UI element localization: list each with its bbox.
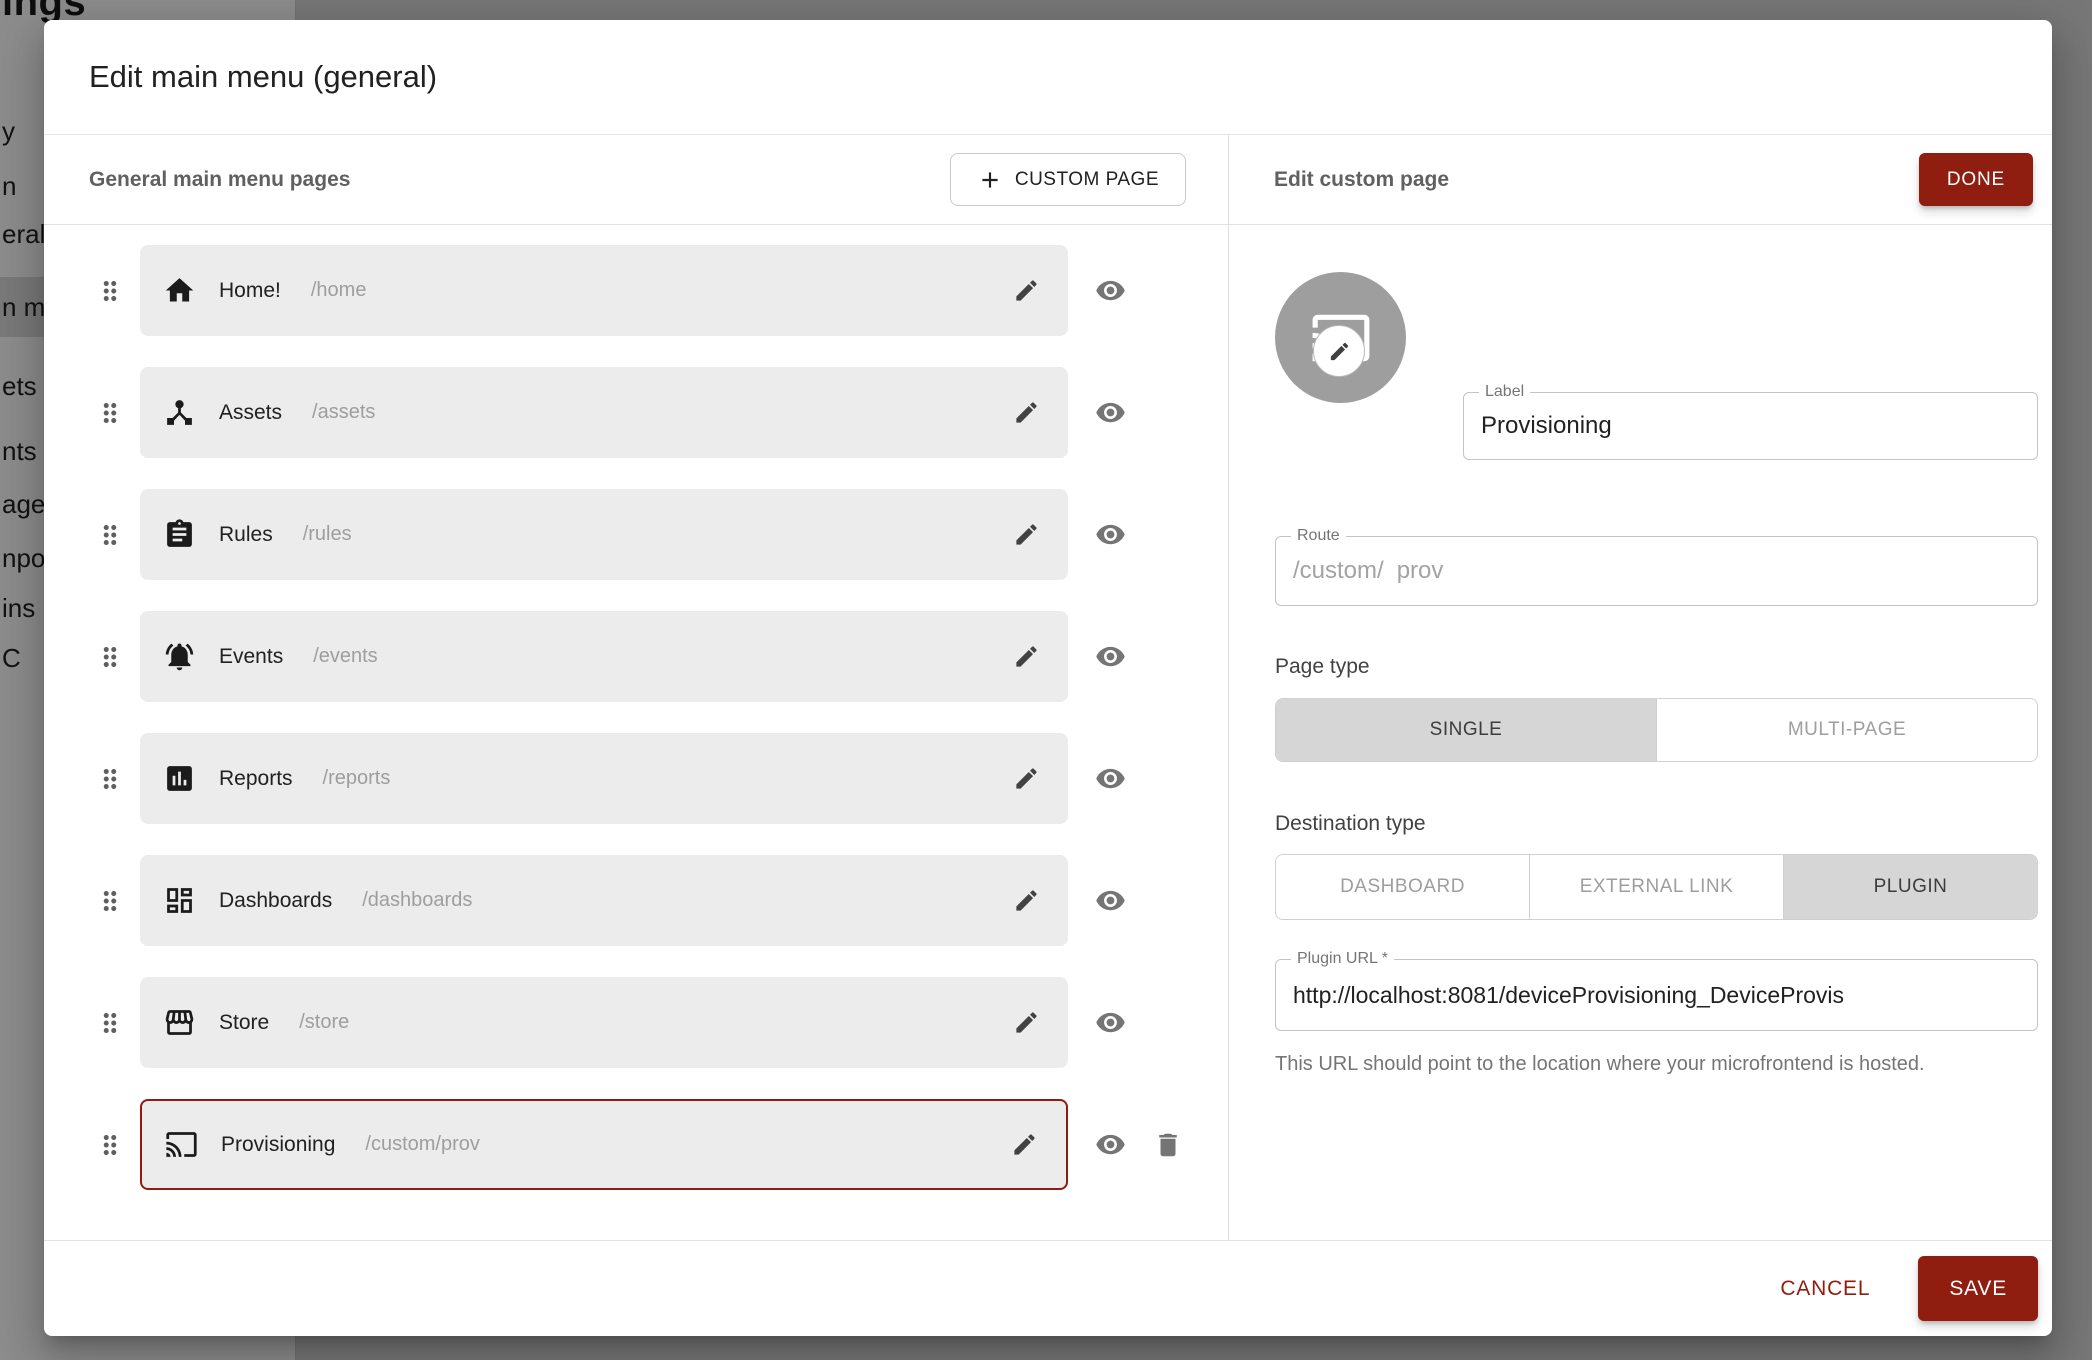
plus-icon (977, 167, 1003, 193)
dialog-title: Edit main menu (general) (44, 20, 2052, 135)
menu-pages-list: Home! /home Assets /assets Rules /rules (44, 225, 1228, 1240)
menu-page-card[interactable]: Reports /reports (140, 733, 1068, 824)
cast-icon (165, 1128, 198, 1161)
visibility-icon[interactable] (1095, 1129, 1126, 1160)
rules-icon (163, 518, 196, 551)
menu-page-route: /custom/prov (365, 1133, 479, 1156)
destination-type-label: Destination type (1275, 812, 1426, 836)
destination-type-toggle: DASHBOARDEXTERNAL LINKPLUGIN (1275, 854, 2038, 920)
menu-page-label: Events (219, 645, 283, 669)
delete-icon[interactable] (1153, 1130, 1183, 1160)
menu-page-route: /rules (303, 523, 352, 546)
assets-icon (163, 396, 196, 429)
menu-page-route: /assets (312, 401, 375, 424)
menu-page-row: Reports /reports (95, 733, 1228, 824)
visibility-icon[interactable] (1095, 1007, 1126, 1038)
menu-page-route: /reports (323, 767, 391, 790)
menu-page-row: Provisioning /custom/prov (95, 1099, 1228, 1190)
done-button[interactable]: DONE (1919, 153, 2033, 206)
drag-handle-icon[interactable] (95, 1130, 140, 1160)
menu-page-row: Events /events (95, 611, 1228, 702)
label-field[interactable]: Label Provisioning (1463, 392, 2038, 460)
destination-type-option-external-link[interactable]: EXTERNAL LINK (1529, 855, 1783, 919)
menu-page-card[interactable]: Home! /home (140, 245, 1068, 336)
edit-custom-page-panel: Edit custom page DONE Label Provisioning… (1228, 135, 2052, 1240)
menu-page-row: Home! /home (95, 245, 1228, 336)
edit-icon[interactable] (1013, 521, 1040, 548)
menu-page-route: /events (313, 645, 377, 668)
label-field-value: Provisioning (1481, 393, 2023, 459)
dialog-footer: CANCEL SAVE (44, 1240, 2052, 1336)
cancel-button[interactable]: CANCEL (1750, 1256, 1900, 1321)
edit-icon[interactable] (1013, 277, 1040, 304)
menu-pages-panel: General main menu pages CUSTOM PAGE Home… (44, 135, 1228, 1240)
destination-type-option-dashboard[interactable]: DASHBOARD (1276, 855, 1529, 919)
page-type-option-single[interactable]: SINGLE (1276, 699, 1656, 761)
route-field[interactable]: Route /custom/ prov (1275, 536, 2038, 606)
drag-handle-icon[interactable] (95, 642, 140, 672)
menu-page-card[interactable]: Assets /assets (140, 367, 1068, 458)
pencil-icon (1328, 340, 1351, 363)
menu-page-route: /dashboards (362, 889, 472, 912)
menu-page-label: Dashboards (219, 889, 332, 913)
visibility-icon[interactable] (1095, 763, 1126, 794)
dashboards-icon (163, 884, 196, 917)
menu-page-label: Reports (219, 767, 293, 791)
plugin-url-field[interactable]: Plugin URL * http://localhost:8081/devic… (1275, 959, 2038, 1031)
destination-type-option-plugin[interactable]: PLUGIN (1783, 855, 2037, 919)
menu-page-label: Assets (219, 401, 282, 425)
edit-icon[interactable] (1013, 643, 1040, 670)
menu-page-row: Dashboards /dashboards (95, 855, 1228, 946)
menu-page-label: Provisioning (221, 1133, 335, 1157)
visibility-icon[interactable] (1095, 885, 1126, 916)
menu-page-card[interactable]: Store /store (140, 977, 1068, 1068)
reports-icon (163, 762, 196, 795)
menu-page-row: Assets /assets (95, 367, 1228, 458)
drag-handle-icon[interactable] (95, 398, 140, 428)
menu-page-card[interactable]: Provisioning /custom/prov (140, 1099, 1068, 1190)
drag-handle-icon[interactable] (95, 1008, 140, 1038)
home-icon (163, 274, 196, 307)
visibility-icon[interactable] (1095, 519, 1126, 550)
route-prefix: /custom/ (1293, 557, 1384, 585)
plugin-url-helper-text: This URL should point to the location wh… (1275, 1046, 1990, 1082)
menu-page-row: Rules /rules (95, 489, 1228, 580)
drag-handle-icon[interactable] (95, 764, 140, 794)
menu-page-card[interactable]: Dashboards /dashboards (140, 855, 1068, 946)
page-type-toggle: SINGLEMULTI-PAGE (1275, 698, 2038, 762)
drag-handle-icon[interactable] (95, 276, 140, 306)
edit-icon[interactable] (1013, 887, 1040, 914)
edit-icon[interactable] (1013, 765, 1040, 792)
visibility-icon[interactable] (1095, 275, 1126, 306)
route-value: prov (1397, 557, 1444, 585)
edit-icon[interactable] (1013, 1009, 1040, 1036)
events-icon (163, 640, 196, 673)
save-button[interactable]: SAVE (1918, 1256, 2038, 1321)
drag-handle-icon[interactable] (95, 520, 140, 550)
drag-handle-icon[interactable] (95, 886, 140, 916)
menu-page-route: /store (299, 1011, 349, 1034)
right-panel-title: Edit custom page (1274, 168, 1919, 192)
menu-page-route: /home (311, 279, 367, 302)
menu-page-label: Home! (219, 279, 281, 303)
visibility-icon[interactable] (1095, 397, 1126, 428)
edit-main-menu-dialog: Edit main menu (general) General main me… (44, 20, 2052, 1336)
menu-page-label: Rules (219, 523, 273, 547)
menu-page-card[interactable]: Rules /rules (140, 489, 1068, 580)
edit-icon[interactable] (1011, 1131, 1038, 1158)
menu-page-card[interactable]: Events /events (140, 611, 1068, 702)
page-type-label: Page type (1275, 655, 1370, 679)
plugin-url-value: http://localhost:8081/deviceProvisioning… (1293, 960, 2023, 1030)
edit-icon[interactable] (1013, 399, 1040, 426)
edit-icon-button[interactable] (1313, 325, 1365, 377)
menu-page-label: Store (219, 1011, 269, 1035)
menu-page-row: Store /store (95, 977, 1228, 1068)
visibility-icon[interactable] (1095, 641, 1126, 672)
page-type-option-multi-page[interactable]: MULTI-PAGE (1656, 699, 2037, 761)
left-panel-title: General main menu pages (89, 168, 950, 192)
custom-page-button[interactable]: CUSTOM PAGE (950, 153, 1186, 206)
store-icon (163, 1006, 196, 1039)
